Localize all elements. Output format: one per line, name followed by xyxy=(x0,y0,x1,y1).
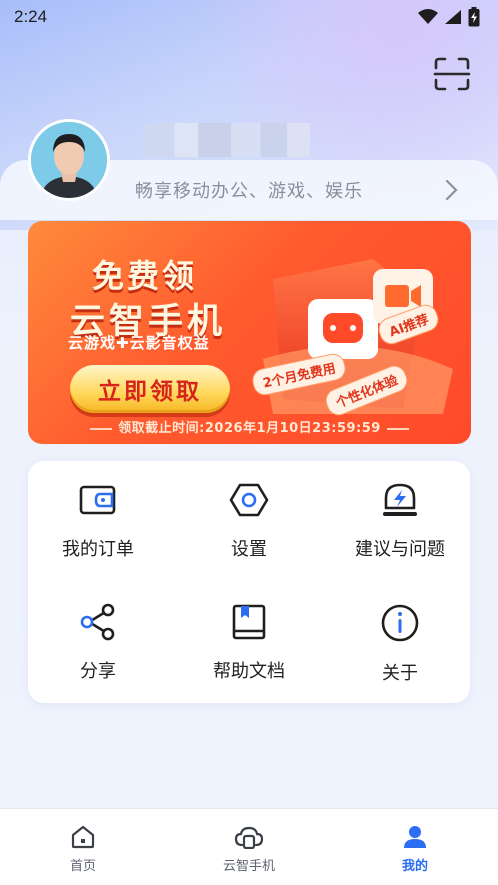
signal-icon xyxy=(445,10,461,24)
scan-button[interactable] xyxy=(432,56,472,92)
menu-label-help: 帮助文档 xyxy=(213,661,285,682)
menu-card: 我的订单 设置 建议与问题 分享 帮助文档 关于 xyxy=(28,461,470,703)
promo-banner[interactable]: 免费领 云智手机 云游戏✚云影音权益 立即领取 AI推荐 2个月免费用 个性化体… xyxy=(28,221,471,444)
avatar-image xyxy=(31,122,107,198)
info-icon xyxy=(381,604,419,642)
menu-label-settings: 设置 xyxy=(231,539,267,560)
share-icon xyxy=(80,603,115,641)
profile-signature: 畅享移动办公、游戏、娱乐 xyxy=(135,181,363,202)
banner-deadline: 领取截止时间:2026年1月10日23:59:59 xyxy=(28,417,471,436)
username-blurred xyxy=(145,123,310,157)
nav-item-cloud-phone[interactable]: 云智手机 xyxy=(179,809,319,874)
chevron-right-icon xyxy=(445,179,458,201)
status-bar: 2:24 xyxy=(0,0,498,34)
book-icon xyxy=(232,604,266,640)
status-icons xyxy=(418,7,480,27)
bottom-nav: 首页 云智手机 我的 xyxy=(0,808,498,885)
battery-charging-icon xyxy=(468,7,480,27)
feedback-lightning-icon xyxy=(383,483,417,516)
profile-arrow-button[interactable] xyxy=(444,178,460,206)
gamepad-card-icon xyxy=(308,299,378,359)
menu-item-help[interactable]: 帮助文档 xyxy=(179,583,319,683)
menu-item-share[interactable]: 分享 xyxy=(28,583,168,683)
menu-item-feedback[interactable]: 建议与问题 xyxy=(330,461,470,561)
nav-label-cloud-phone: 云智手机 xyxy=(222,859,275,874)
avatar[interactable] xyxy=(28,119,110,201)
wifi-icon xyxy=(418,9,438,24)
nav-item-home[interactable]: 首页 xyxy=(13,809,153,874)
menu-label-feedback: 建议与问题 xyxy=(355,539,445,560)
menu-label-about: 关于 xyxy=(382,663,418,684)
banner-subtitle: 云游戏✚云影音权益 xyxy=(68,334,210,352)
nav-item-profile[interactable]: 我的 xyxy=(345,809,485,874)
cloud-phone-icon xyxy=(234,826,264,849)
scan-icon xyxy=(433,57,471,91)
menu-label-share: 分享 xyxy=(80,661,116,682)
nav-label-profile: 我的 xyxy=(401,859,428,874)
menu-item-orders[interactable]: 我的订单 xyxy=(28,461,168,561)
banner-title-line1: 免费领 xyxy=(92,257,198,295)
profile-icon xyxy=(404,826,426,848)
menu-item-about[interactable]: 关于 xyxy=(330,583,470,684)
home-icon xyxy=(71,825,95,849)
nav-label-home: 首页 xyxy=(69,859,96,874)
hexagon-settings-icon xyxy=(229,483,269,517)
status-time: 2:24 xyxy=(14,7,48,26)
menu-item-settings[interactable]: 设置 xyxy=(179,461,319,561)
menu-label-orders: 我的订单 xyxy=(62,539,134,560)
wallet-icon xyxy=(79,485,116,515)
claim-button[interactable]: 立即领取 xyxy=(70,365,230,413)
